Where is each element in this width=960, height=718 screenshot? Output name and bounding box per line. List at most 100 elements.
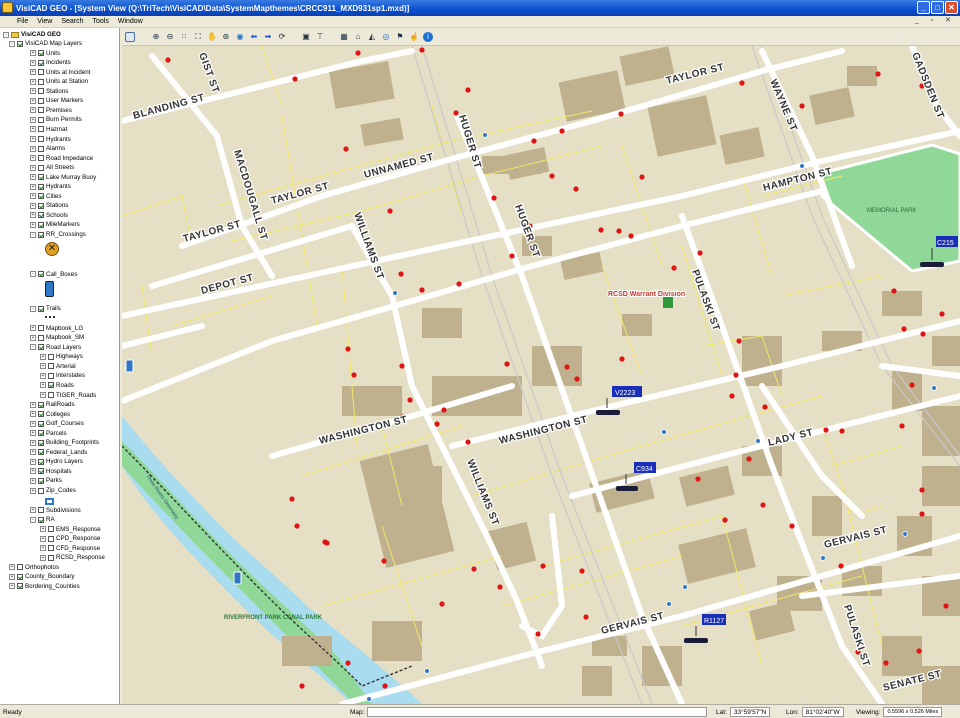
expand-toggle[interactable]: + (30, 183, 36, 190)
expand-toggle[interactable]: + (30, 325, 36, 332)
incident-marker[interactable] (381, 558, 387, 564)
expand-toggle[interactable]: + (30, 50, 36, 57)
layer-checkbox[interactable] (38, 212, 44, 219)
expand-toggle[interactable]: - (30, 305, 36, 312)
expand-toggle[interactable]: + (40, 372, 46, 379)
layer-item[interactable]: + CFD_Response (40, 544, 100, 553)
map-canvas[interactable]: BLANDING ST GIST ST TAYLOR ST WAYNE ST G… (122, 46, 960, 704)
layer-item[interactable]: + MileMarkers (30, 220, 80, 229)
layer-item[interactable]: - Trails (30, 304, 61, 313)
layer-item[interactable]: + Stations (30, 87, 68, 96)
title-bar[interactable]: VisiCAD GEO - [System View (Q:\TriTech\V… (0, 0, 960, 16)
incident-marker[interactable] (504, 361, 510, 367)
layer-item[interactable]: + RailRoads (30, 400, 75, 409)
layer-item[interactable]: - RR_Crossings (30, 230, 86, 239)
incident-marker[interactable] (628, 233, 634, 239)
layer-item[interactable]: - Road Layers (30, 343, 81, 352)
layer-checkbox[interactable] (17, 583, 23, 590)
layer-checkbox[interactable] (17, 573, 23, 580)
incident-marker[interactable] (289, 496, 295, 502)
incident-marker[interactable] (564, 364, 570, 370)
layer-checkbox[interactable] (48, 535, 54, 542)
incident-marker[interactable] (639, 174, 645, 180)
layer-item[interactable]: + Road Impedance (30, 154, 93, 163)
expand-toggle[interactable]: + (30, 420, 36, 427)
layer-item[interactable]: + Arterial (40, 362, 76, 371)
incident-marker[interactable] (456, 281, 462, 287)
incident-marker[interactable] (916, 648, 922, 654)
incident-marker[interactable] (441, 407, 447, 413)
layer-checkbox[interactable] (38, 193, 44, 200)
info-icon[interactable]: i (423, 31, 433, 42)
layer-item[interactable]: + Units at Incident (30, 68, 90, 77)
incident-marker[interactable] (729, 393, 735, 399)
layer-checkbox[interactable] (38, 126, 44, 133)
incident-marker[interactable] (760, 502, 766, 508)
expand-toggle[interactable]: + (30, 97, 36, 104)
incident-marker[interactable] (439, 601, 445, 607)
zoom-in-icon[interactable]: ⊕ (151, 32, 161, 42)
layers-icon[interactable] (125, 31, 135, 42)
zoom-tool-icon[interactable]: ⊛ (221, 32, 231, 42)
incident-marker[interactable] (722, 517, 728, 523)
expand-toggle[interactable]: + (30, 164, 36, 171)
layer-item[interactable]: + Premises (30, 106, 72, 115)
layer-item[interactable]: + Zip_Codes (30, 486, 76, 495)
expand-toggle[interactable]: + (40, 535, 46, 542)
layer-checkbox[interactable] (38, 202, 44, 209)
station-icon[interactable]: ⌂ (353, 32, 363, 42)
expand-toggle[interactable]: + (30, 202, 36, 209)
layer-checkbox[interactable] (38, 468, 44, 475)
layer-checkbox[interactable] (38, 164, 44, 171)
tree-root[interactable]: - VisiCAD GEO (3, 30, 61, 39)
layer-item[interactable]: + Incidents (30, 58, 71, 67)
expand-toggle[interactable]: + (9, 564, 15, 571)
layer-checkbox[interactable] (38, 136, 44, 142)
incident-marker[interactable] (453, 110, 459, 116)
layer-checkbox[interactable] (38, 155, 44, 162)
expand-toggle[interactable]: + (40, 545, 46, 552)
incident-marker[interactable] (387, 208, 393, 214)
layer-item[interactable]: + Parks (30, 476, 62, 485)
incident-marker[interactable] (497, 584, 503, 590)
layer-item[interactable]: + County_Boundary (9, 572, 75, 581)
expand-toggle[interactable]: + (30, 487, 36, 494)
incident-marker[interactable] (382, 683, 388, 689)
incident-marker[interactable] (294, 523, 300, 529)
incident-marker[interactable] (355, 50, 361, 56)
expand-toggle[interactable]: + (30, 458, 36, 465)
expand-toggle[interactable]: + (40, 382, 46, 389)
layer-checkbox[interactable] (38, 50, 44, 57)
marker-icon[interactable]: ⚑ (395, 32, 405, 42)
layer-item[interactable]: + Hydrants (30, 135, 71, 144)
forward-arrow-icon[interactable]: ➡ (263, 32, 273, 42)
layer-item[interactable]: + Hospitals (30, 467, 71, 476)
incident-marker[interactable] (943, 603, 949, 609)
layer-checkbox[interactable] (38, 325, 44, 332)
incident-marker[interactable] (839, 428, 845, 434)
minimize-button[interactable]: _ (917, 1, 930, 14)
fixed-zoom-in-icon[interactable]: ⁙ (179, 32, 189, 42)
layer-checkbox[interactable] (48, 363, 54, 370)
layer-checkbox[interactable] (38, 344, 44, 351)
incident-marker[interactable] (762, 404, 768, 410)
zoom-out-icon[interactable]: ⊖ (165, 32, 175, 42)
layer-item[interactable]: - Call_Boxes (30, 270, 77, 279)
layer-item[interactable]: + RCSD_Response (40, 553, 105, 562)
close-button[interactable]: ✕ (945, 1, 958, 14)
layer-item[interactable]: + Subdivisions (30, 506, 81, 515)
layer-item[interactable]: + Cities (30, 192, 61, 201)
map-svg[interactable]: BLANDING ST GIST ST TAYLOR ST WAYNE ST G… (122, 46, 960, 704)
expand-toggle[interactable]: + (30, 69, 36, 76)
expand-toggle[interactable]: - (30, 344, 36, 351)
incident-marker[interactable] (697, 250, 703, 256)
incident-marker[interactable] (619, 356, 625, 362)
layer-checkbox[interactable] (38, 231, 44, 238)
layer-checkbox[interactable] (38, 116, 44, 123)
expand-toggle[interactable]: - (30, 231, 36, 238)
incident-marker[interactable] (398, 271, 404, 277)
incident-marker[interactable] (491, 195, 497, 201)
incident-marker[interactable] (919, 511, 925, 517)
expand-toggle[interactable]: + (30, 411, 36, 418)
expand-toggle[interactable]: + (30, 507, 36, 514)
